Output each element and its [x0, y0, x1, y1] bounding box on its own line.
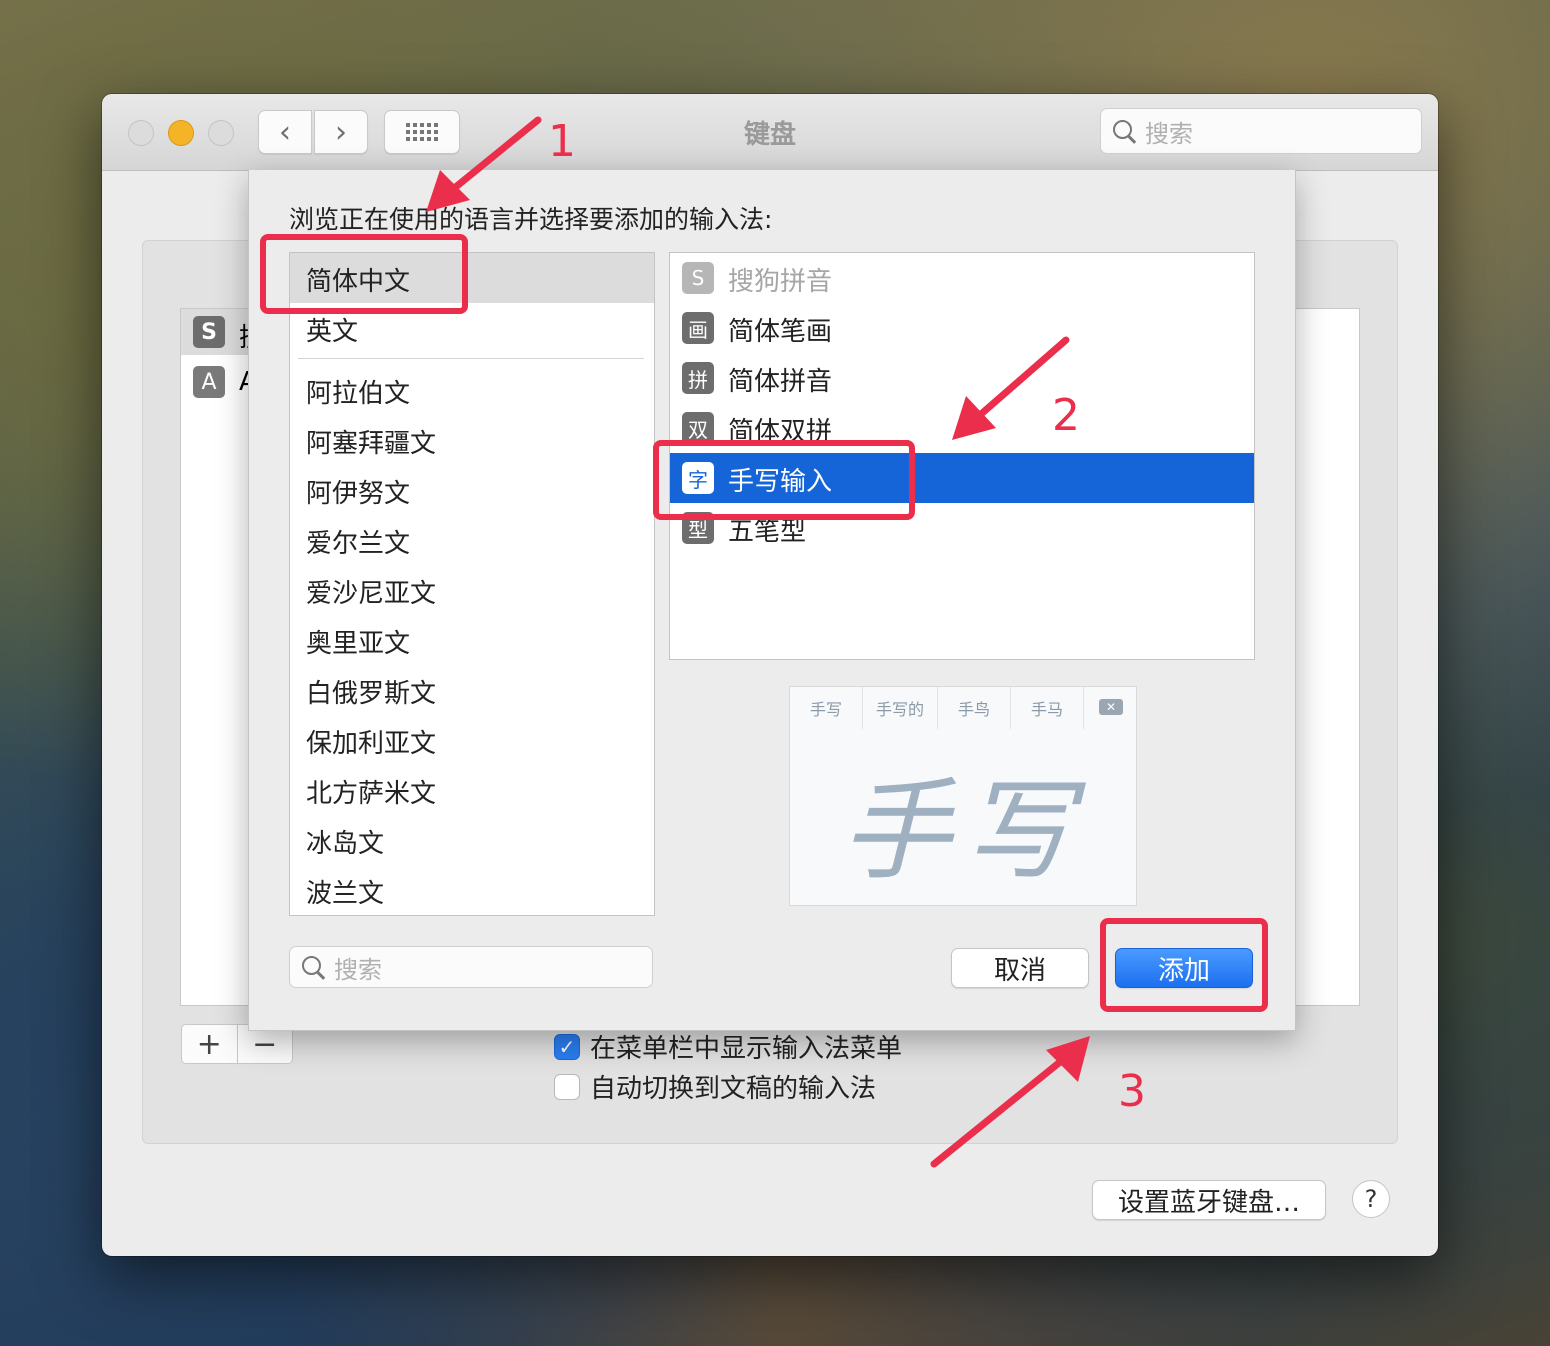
step-3-label: 3 — [1118, 1066, 1146, 1117]
arrowhead-3 — [1046, 1036, 1090, 1082]
step-2-label: 2 — [1052, 390, 1080, 441]
arrow-3 — [930, 1058, 1064, 1168]
step-1-label: 1 — [548, 116, 576, 167]
annotation-arrows — [426, 116, 1090, 1168]
arrow-1 — [448, 116, 542, 194]
